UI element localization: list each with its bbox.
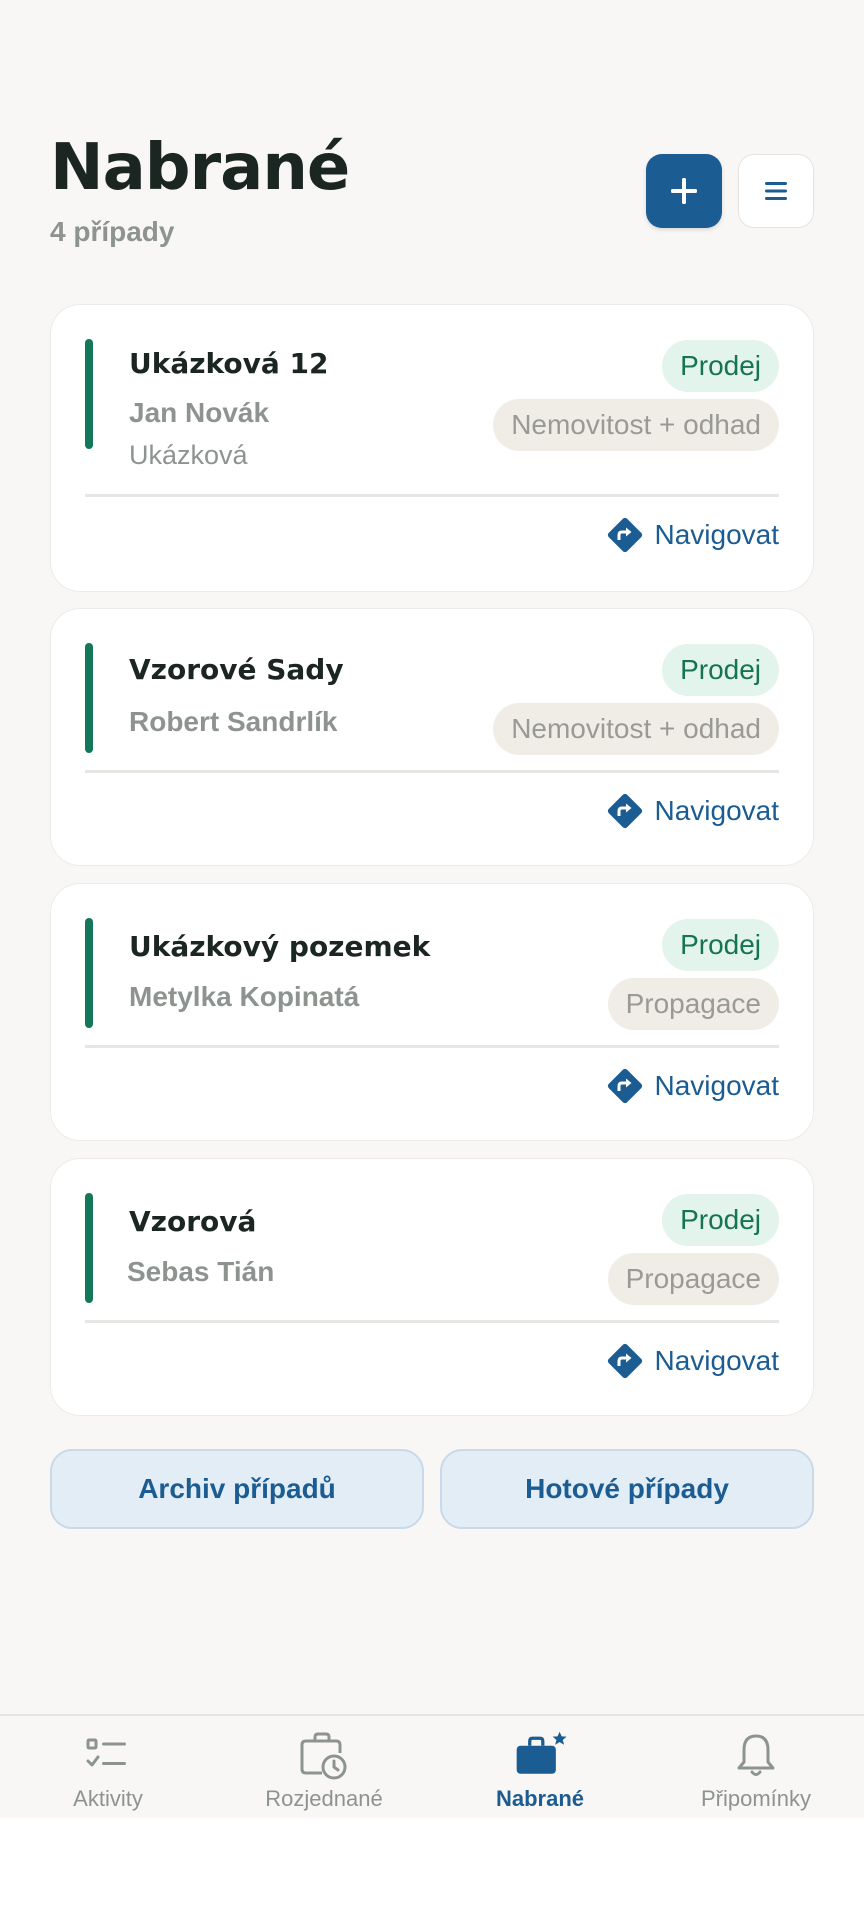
type-badge: Propagace — [607, 978, 779, 1030]
navigate-link[interactable]: Navigovat — [606, 791, 779, 831]
sale-badge: Prodej — [662, 1194, 779, 1246]
navigate-label: Navigovat — [654, 519, 779, 550]
card-divider — [85, 494, 779, 497]
navigate-link[interactable]: Navigovat — [606, 1341, 779, 1381]
bottom-navigation: Aktivity Rozjednané Nabrané Připomínky — [0, 1714, 864, 1818]
case-card[interactable]: Vzorová Sebas Tián Prodej Propagace Navi… — [50, 1158, 814, 1416]
plus-icon — [671, 178, 697, 204]
card-title: Vzorová — [129, 1205, 257, 1238]
nav-label: Připomínky — [700, 1786, 812, 1811]
card-accent-bar — [85, 643, 93, 753]
nav-item-rozjednane[interactable]: Rozjednané — [216, 1716, 432, 1820]
case-count: 4 případy — [50, 216, 175, 247]
nav-item-nabrane[interactable]: Nabrané — [432, 1716, 648, 1820]
done-cases-button[interactable]: Hotové případy — [440, 1449, 814, 1529]
card-accent-bar — [85, 1193, 93, 1303]
archive-cases-button[interactable]: Archiv případů — [50, 1449, 424, 1529]
card-person: Robert Sandrlík — [129, 706, 338, 737]
navigate-label: Navigovat — [654, 1070, 779, 1101]
navigate-link[interactable]: Navigovat — [606, 1066, 779, 1106]
card-accent-bar — [85, 918, 93, 1028]
directions-icon — [608, 517, 643, 553]
navigate-link[interactable]: Navigovat — [606, 515, 779, 555]
system-area — [0, 1818, 864, 1920]
card-title: Ukázkový pozemek — [129, 930, 431, 963]
card-title: Vzorové Sady — [129, 653, 344, 686]
card-divider — [85, 1045, 779, 1048]
navigate-label: Navigovat — [654, 1345, 779, 1376]
sale-badge: Prodej — [662, 340, 779, 392]
case-card[interactable]: Vzorové Sady Robert Sandrlík Prodej Nemo… — [50, 608, 814, 866]
checklist-icon — [80, 1730, 136, 1782]
menu-button[interactable] — [738, 154, 814, 228]
nav-item-aktivity[interactable]: Aktivity — [0, 1716, 216, 1820]
type-badge: Propagace — [607, 1253, 779, 1305]
card-title: Ukázková 12 — [129, 347, 329, 380]
navigate-label: Navigovat — [654, 795, 779, 826]
card-divider — [85, 770, 779, 773]
directions-icon — [608, 793, 643, 829]
add-case-button[interactable] — [646, 154, 722, 228]
sale-badge: Prodej — [662, 644, 779, 696]
hamburger-menu-icon — [765, 182, 787, 200]
sale-badge: Prodej — [662, 919, 779, 971]
directions-icon — [608, 1068, 643, 1104]
card-person: Sebas Tián — [127, 1256, 275, 1287]
page-header: Nabrané 4 případy — [50, 128, 814, 258]
briefcase-star-icon — [512, 1730, 568, 1782]
card-place: Ukázková — [129, 440, 248, 470]
bell-icon — [728, 1730, 784, 1782]
app-screen: Nabrané 4 případy Ukázková 12 Jan Novák … — [0, 0, 864, 1818]
directions-icon — [608, 1343, 643, 1379]
card-divider — [85, 1320, 779, 1323]
case-card[interactable]: Ukázkový pozemek Metylka Kopinatá Prodej… — [50, 883, 814, 1141]
nav-item-pripominky[interactable]: Připomínky — [648, 1716, 864, 1820]
card-person: Metylka Kopinatá — [129, 981, 360, 1012]
type-badge: Nemovitost + odhad — [493, 399, 779, 451]
briefcase-clock-icon — [296, 1730, 352, 1782]
page-title: Nabrané — [50, 131, 350, 205]
nav-label: Nabrané — [495, 1786, 585, 1811]
type-badge: Nemovitost + odhad — [493, 703, 779, 755]
case-card[interactable]: Ukázková 12 Jan Novák Ukázková Prodej Ne… — [50, 304, 814, 592]
nav-label: Aktivity — [73, 1786, 143, 1811]
nav-label: Rozjednané — [265, 1786, 383, 1811]
card-accent-bar — [85, 339, 93, 449]
card-person: Jan Novák — [129, 397, 270, 428]
